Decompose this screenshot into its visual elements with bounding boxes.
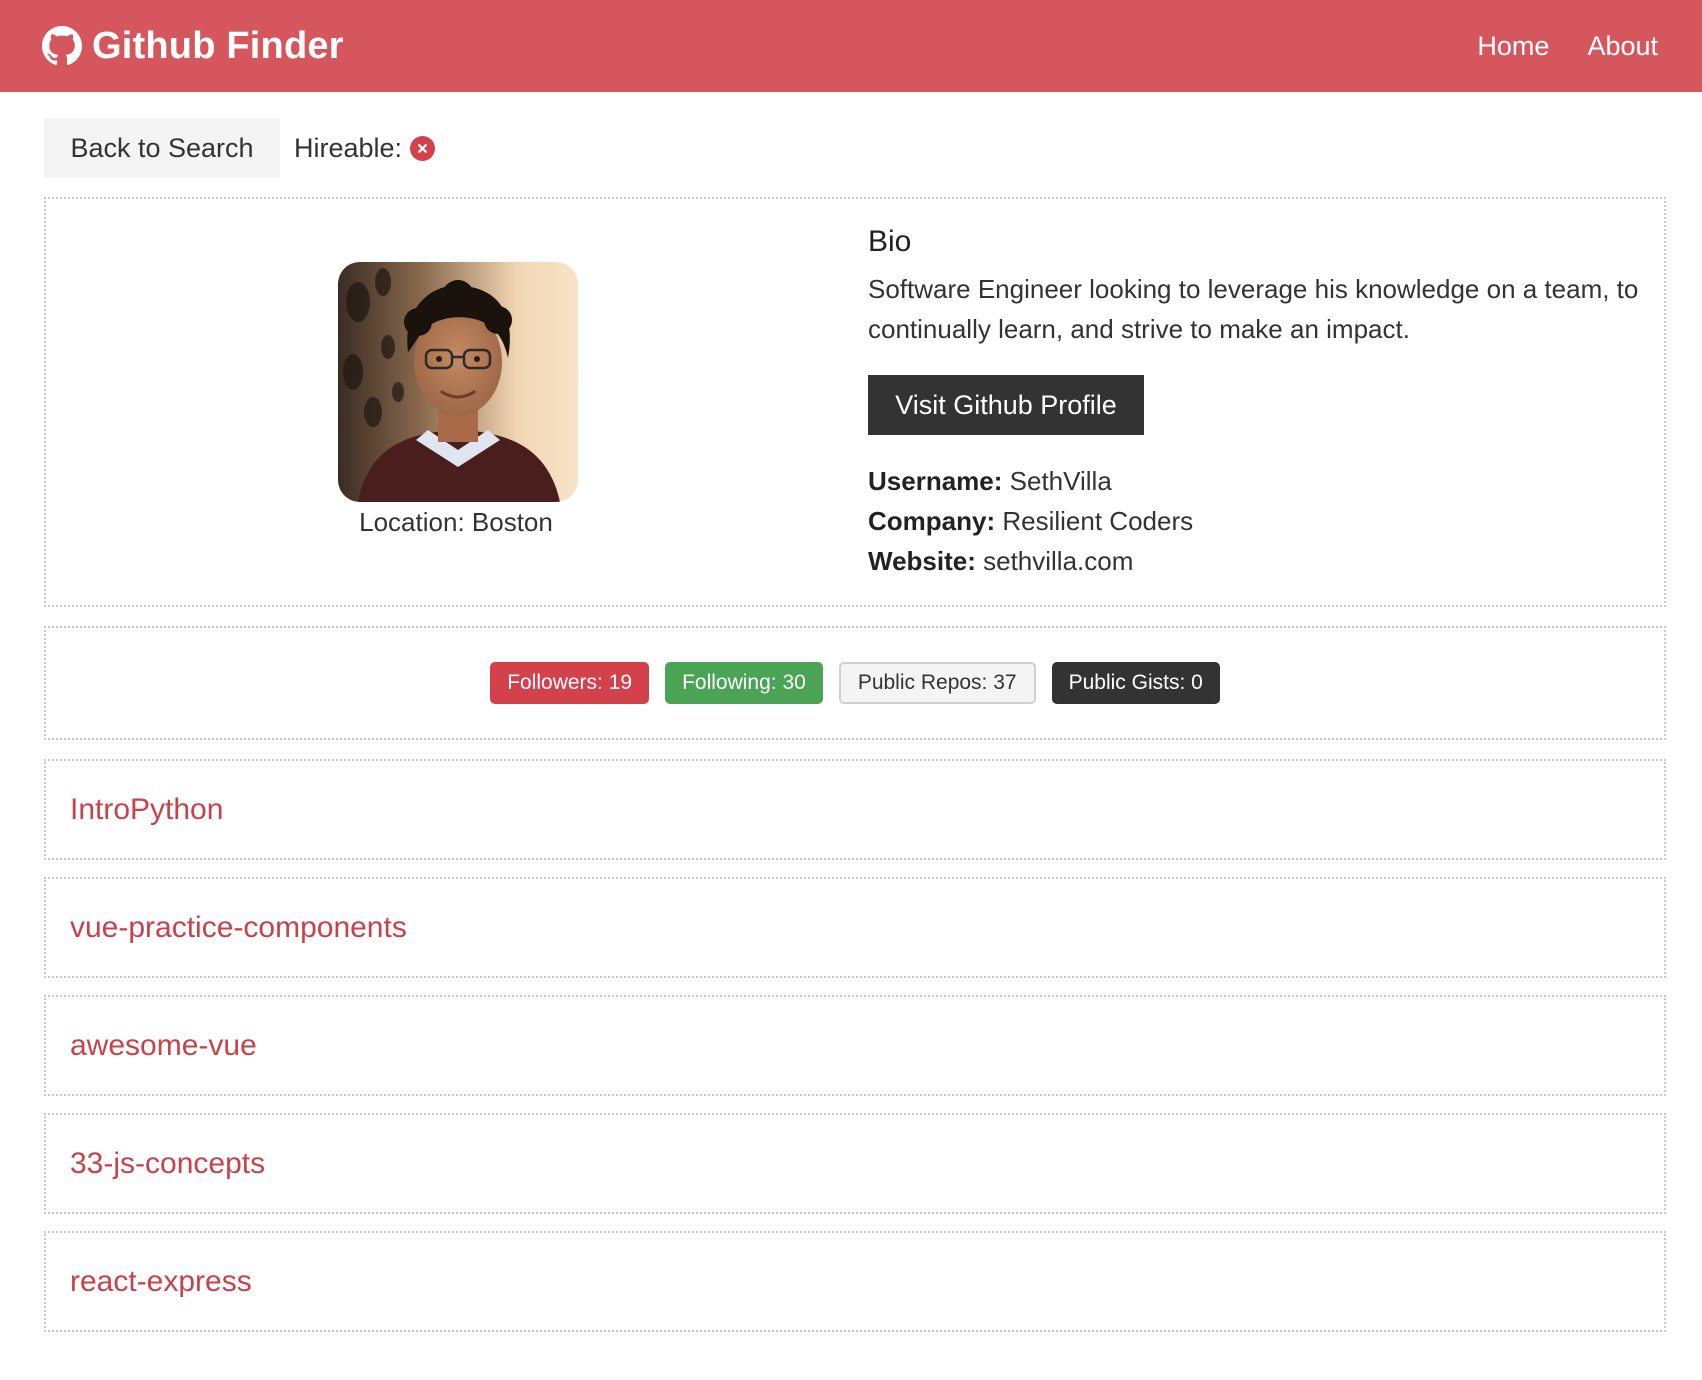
repo-card: IntroPython xyxy=(44,759,1666,860)
public-repos-badge: Public Repos: 37 xyxy=(838,662,1036,704)
bio-heading: Bio xyxy=(868,225,912,258)
company-value: Resilient Coders xyxy=(1002,506,1194,536)
username-value: SethVilla xyxy=(1009,466,1112,496)
repo-link[interactable]: awesome-vue xyxy=(70,1029,257,1063)
repo-link[interactable]: react-express xyxy=(70,1265,252,1299)
bio-text: Software Engineer looking to leverage hi… xyxy=(868,274,1639,344)
stats-card: Followers: 19 Following: 30 Public Repos… xyxy=(44,626,1666,740)
repo-link[interactable]: IntroPython xyxy=(70,793,223,827)
repo-card: react-express xyxy=(44,1231,1666,1332)
profile-left: Location: Boston xyxy=(46,199,866,605)
profile-details: Username: SethVilla Company: Resilient C… xyxy=(868,461,1648,581)
repo-link[interactable]: vue-practice-components xyxy=(70,911,407,945)
website-value: sethvilla.com xyxy=(983,546,1134,576)
hireable-label: Hireable: xyxy=(294,132,403,163)
github-icon xyxy=(42,26,82,66)
company-label: Company: xyxy=(868,506,996,536)
visit-github-profile-button[interactable]: Visit Github Profile xyxy=(868,375,1144,435)
nav-about-link[interactable]: About xyxy=(1587,31,1658,62)
username-label: Username: xyxy=(868,466,1003,496)
website-label: Website: xyxy=(868,546,976,576)
back-to-search-button[interactable]: Back to Search xyxy=(44,118,280,178)
navbar: Github Finder Home About xyxy=(0,0,1702,92)
following-badge: Following: 30 xyxy=(665,662,823,704)
profile-right: Bio Software Engineer looking to leverag… xyxy=(868,225,1648,581)
avatar xyxy=(338,262,578,502)
nav-home-link[interactable]: Home xyxy=(1477,31,1549,62)
profile-card: Location: Boston Bio Software Engineer l… xyxy=(44,197,1666,607)
nav-links: Home About xyxy=(1477,31,1658,62)
app-title: Github Finder xyxy=(92,24,344,67)
repo-card: vue-practice-components xyxy=(44,877,1666,978)
username-line: Username: SethVilla xyxy=(868,461,1648,501)
action-row: Back to Search Hireable: xyxy=(44,118,436,178)
location-text: Location: Boston xyxy=(359,507,553,537)
company-line: Company: Resilient Coders xyxy=(868,501,1648,541)
repo-card: awesome-vue xyxy=(44,995,1666,1096)
public-gists-badge: Public Gists: 0 xyxy=(1051,662,1220,704)
followers-badge: Followers: 19 xyxy=(490,662,650,704)
times-circle-icon xyxy=(410,135,436,161)
brand[interactable]: Github Finder xyxy=(42,25,344,68)
website-line: Website: sethvilla.com xyxy=(868,541,1648,581)
repo-card: 33-js-concepts xyxy=(44,1113,1666,1214)
hireable-status: Hireable: xyxy=(294,132,436,164)
repo-link[interactable]: 33-js-concepts xyxy=(70,1147,265,1181)
